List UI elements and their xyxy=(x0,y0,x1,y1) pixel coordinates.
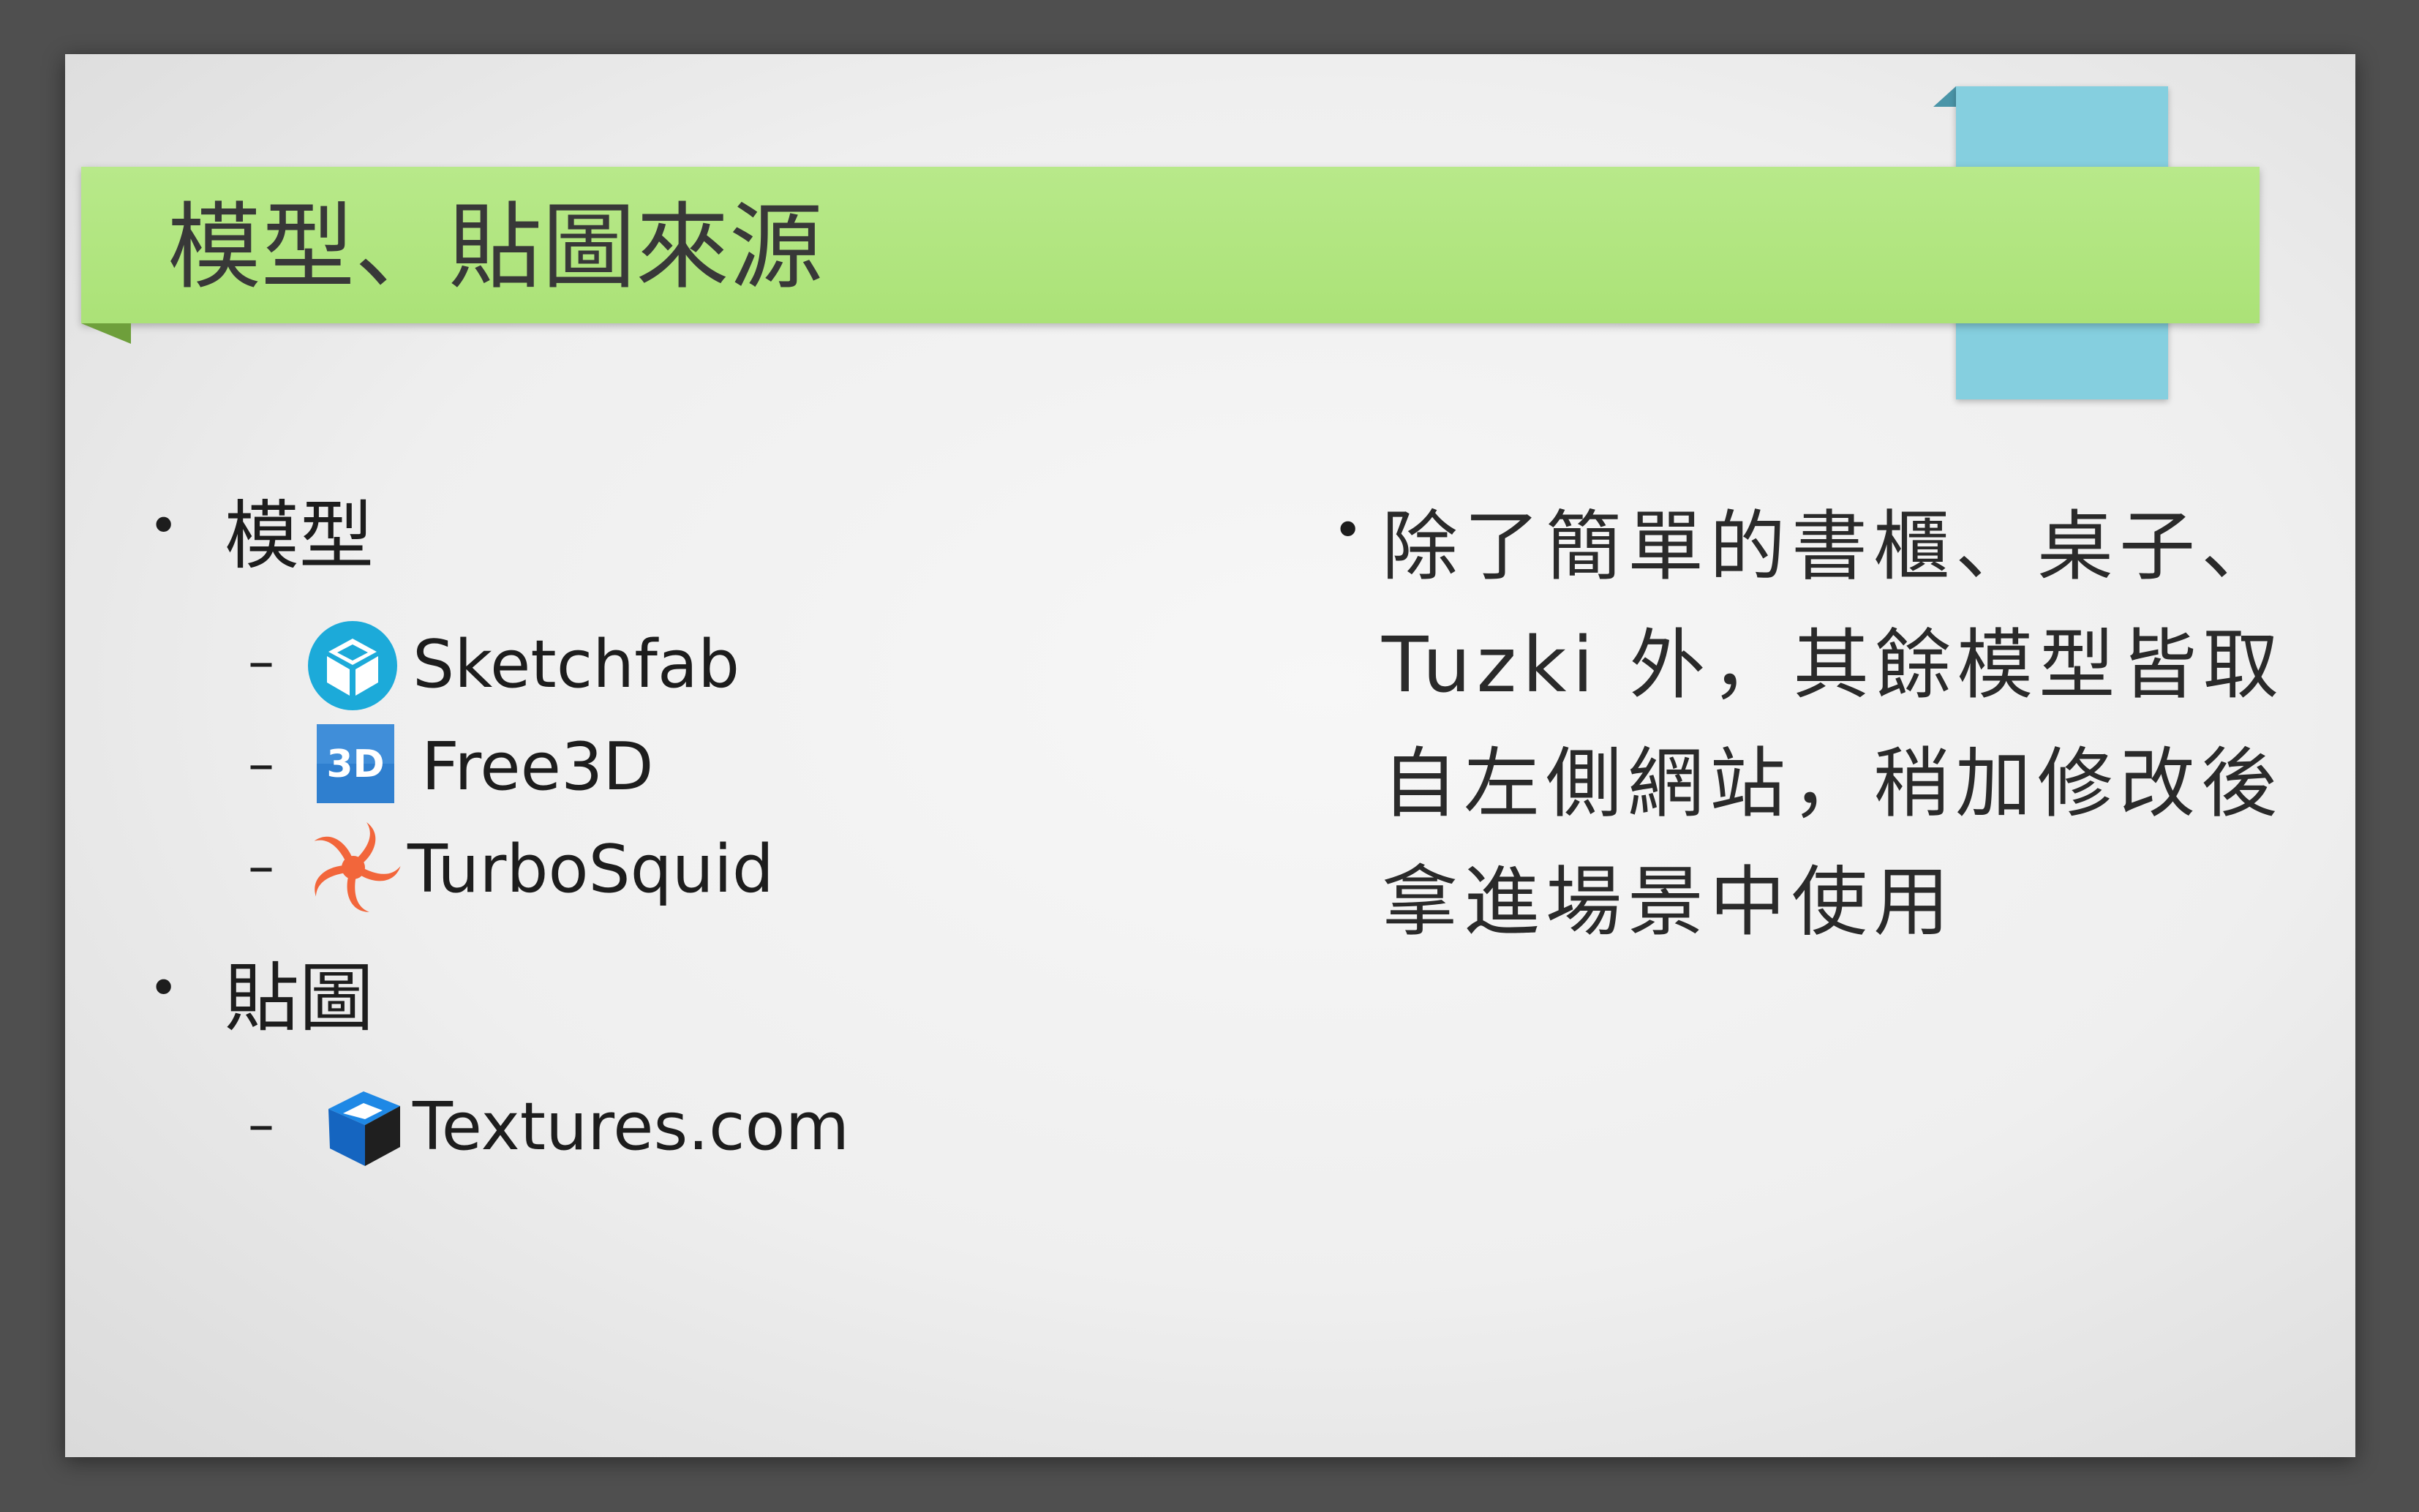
list-heading-textures: 貼圖 xyxy=(225,955,374,1042)
bullet-marker: • xyxy=(1333,500,1363,560)
title-bar-fold xyxy=(81,323,131,344)
textures-com-logo-icon xyxy=(321,1084,407,1170)
list-item-textures-com[interactable]: Textures.com xyxy=(413,1087,849,1167)
svg-text:3D: 3D xyxy=(326,742,384,786)
sub-bullet-dash: – xyxy=(248,733,274,794)
turbosquid-logo-icon xyxy=(305,819,402,916)
sub-bullet-dash: – xyxy=(248,631,274,692)
list-item-sketchfab[interactable]: Sketchfab xyxy=(413,625,740,705)
free3d-logo-icon: 3D xyxy=(317,724,394,803)
bullet-marker: • xyxy=(148,496,179,556)
blue-tab-fold xyxy=(1933,86,1956,107)
sub-bullet-dash: – xyxy=(248,835,274,897)
description-text: 除了簡單的書櫃、桌子、Tuzki 外，其餘模型皆取自左側網站，稍加修改後拿進場景… xyxy=(1382,502,2285,947)
slide-card: 模型、貼圖來源 • 模型 – Sketchfab – 3D Free3D – T… xyxy=(65,54,2355,1457)
link-text-sketchfab: Sketchfab xyxy=(413,626,740,703)
list-item-turbosquid[interactable]: TurboSquid xyxy=(407,830,774,910)
list-heading-models: 模型 xyxy=(225,493,374,580)
sub-bullet-dash: – xyxy=(248,1094,274,1155)
list-item-free3d[interactable]: Free3D xyxy=(421,727,654,808)
link-text-turbosquid: TurboSquid xyxy=(407,831,774,908)
sketchfab-logo-icon xyxy=(306,620,399,712)
page-title: 模型、貼圖來源 xyxy=(168,193,824,302)
link-text-free3d: Free3D xyxy=(421,729,654,805)
bullet-marker: • xyxy=(148,958,179,1018)
link-text-textures-com: Textures.com xyxy=(413,1088,850,1165)
